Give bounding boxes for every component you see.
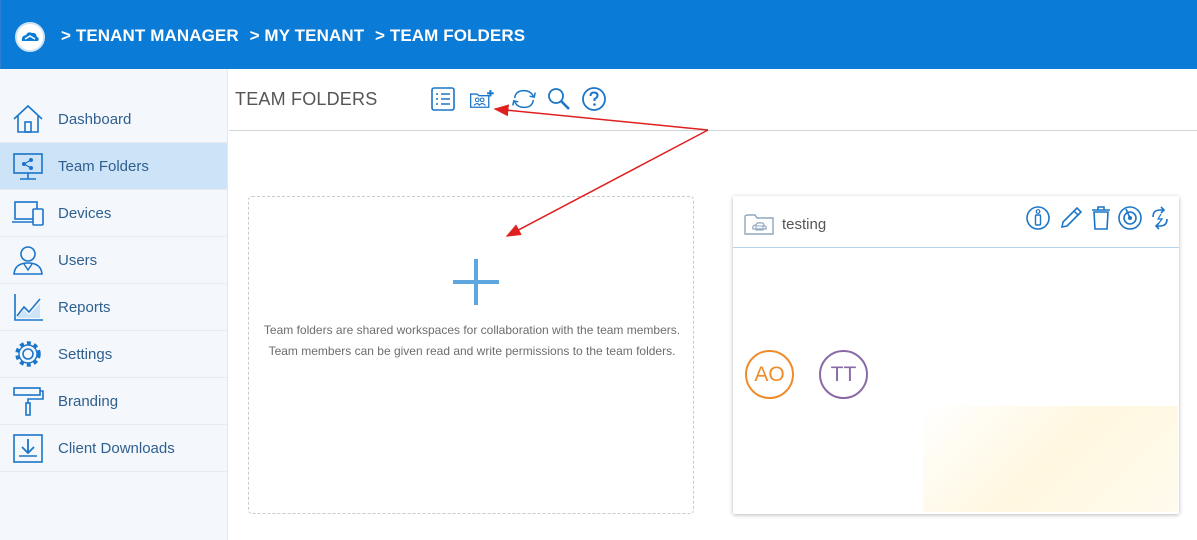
- sidebar-item-label: Dashboard: [58, 111, 132, 128]
- download-icon: [13, 434, 43, 463]
- home-icon: [13, 104, 43, 133]
- sidebar-item-label: Devices: [58, 205, 112, 222]
- sidebar-item-label: Settings: [58, 346, 113, 363]
- cloud-logo-icon[interactable]: [15, 22, 45, 52]
- sidebar-item-users[interactable]: Users: [0, 237, 227, 284]
- sidebar-item-label: Reports: [58, 299, 111, 316]
- content-header: TEAM FOLDERS: [229, 69, 1197, 131]
- list-view-icon[interactable]: [429, 86, 457, 112]
- paint-roller-icon: [13, 387, 44, 416]
- add-card-description: Team folders are shared workspaces for c…: [263, 323, 681, 358]
- breadcrumb-my-tenant[interactable]: > MY TENANT: [250, 26, 365, 45]
- storage-icon[interactable]: [1117, 205, 1143, 231]
- add-team-folder-icon[interactable]: [469, 86, 497, 112]
- sidebar-item-label: Client Downloads: [58, 440, 175, 457]
- folder-card-header: testing: [733, 196, 1179, 248]
- sidebar-item-devices[interactable]: Devices: [0, 190, 227, 237]
- team-folder-card[interactable]: testing AO TT: [733, 196, 1179, 514]
- help-icon[interactable]: [580, 86, 608, 112]
- sidebar-item-dashboard[interactable]: Dashboard: [0, 96, 227, 143]
- refresh-icon[interactable]: [510, 86, 538, 112]
- users-icon: [13, 246, 43, 275]
- sidebar-item-team-folders[interactable]: Team Folders: [0, 143, 227, 190]
- folder-name[interactable]: testing: [782, 216, 826, 233]
- devices-icon: [12, 201, 44, 226]
- member-avatar-ao[interactable]: AO: [745, 350, 794, 399]
- member-avatar-tt[interactable]: TT: [819, 350, 868, 399]
- plus-icon: [453, 259, 499, 305]
- page-title: TEAM FOLDERS: [235, 89, 378, 109]
- sidebar-item-settings[interactable]: Settings: [0, 331, 227, 378]
- trash-icon[interactable]: [1088, 205, 1114, 231]
- sidebar-item-label: Branding: [58, 393, 119, 410]
- reports-chart-icon: [14, 294, 43, 321]
- cloud-folder-icon: [744, 214, 774, 235]
- sidebar-item-client-downloads[interactable]: Client Downloads: [0, 425, 227, 472]
- add-team-folder-card[interactable]: Team folders are shared workspaces for c…: [248, 196, 694, 514]
- search-icon[interactable]: [545, 86, 573, 112]
- edit-pencil-icon[interactable]: [1058, 205, 1084, 231]
- breadcrumb-team-folders: > TEAM FOLDERS: [375, 26, 526, 45]
- sidebar-item-label: Users: [58, 252, 98, 269]
- sidebar-item-reports[interactable]: Reports: [0, 284, 227, 331]
- sidebar-item-label: Team Folders: [58, 158, 149, 175]
- folder-watermark: [923, 406, 1178, 512]
- breadcrumb: > TENANT MANAGER > MY TENANT > TEAM FOLD…: [61, 26, 531, 46]
- sidebar: Dashboard Team Folders Devices Users Rep…: [0, 69, 228, 540]
- gear-icon: [15, 341, 41, 367]
- top-bar: > TENANT MANAGER > MY TENANT > TEAM FOLD…: [0, 0, 1197, 69]
- info-icon[interactable]: [1025, 205, 1051, 231]
- sync-icon[interactable]: [1147, 205, 1173, 231]
- sidebar-item-branding[interactable]: Branding: [0, 378, 227, 425]
- team-folder-icon: [13, 153, 43, 180]
- breadcrumb-tenant-manager[interactable]: > TENANT MANAGER: [61, 26, 239, 45]
